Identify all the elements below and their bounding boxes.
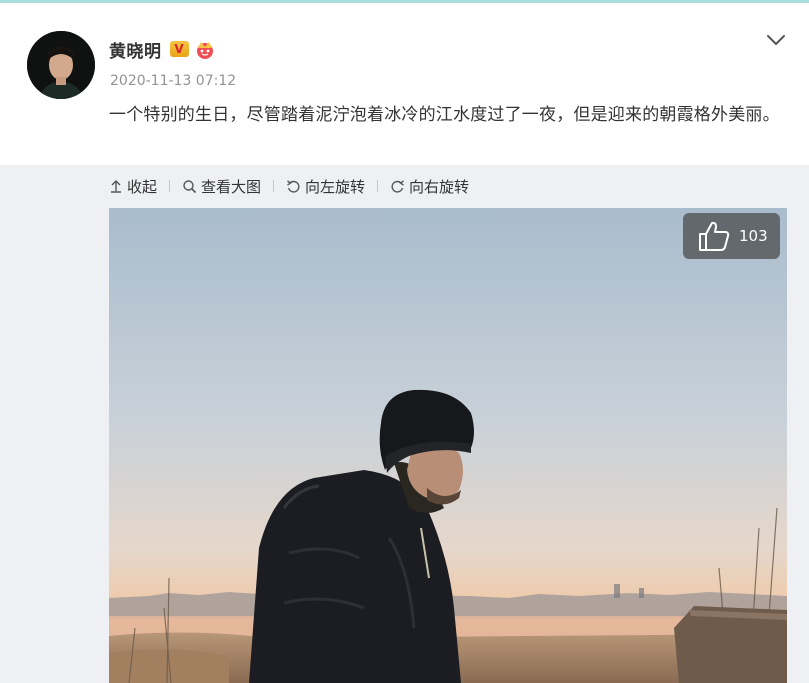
toolbar-divider bbox=[273, 180, 275, 192]
image-toolbar: 收起 查看大图 向左旋转 向右旋转 bbox=[109, 175, 469, 197]
username[interactable]: 黄晓明 bbox=[109, 37, 162, 62]
avatar[interactable] bbox=[27, 31, 95, 99]
collapse-button[interactable]: 收起 bbox=[109, 176, 157, 197]
search-icon bbox=[183, 179, 197, 193]
weibo-post-card: 黄晓明 V 2020-11-13 07:12 一个特别的生日，尽管踏着泥泞泡着冰… bbox=[0, 3, 809, 165]
rotate-right-label: 向右旋转 bbox=[409, 177, 470, 196]
up-arrow-icon bbox=[111, 180, 121, 193]
like-count: 103 bbox=[739, 227, 768, 245]
rotate-right-button[interactable]: 向右旋转 bbox=[390, 176, 469, 197]
toolbar-divider bbox=[169, 180, 171, 192]
collapse-label: 收起 bbox=[127, 177, 158, 196]
toolbar-divider bbox=[377, 180, 379, 192]
post-photo[interactable] bbox=[109, 208, 787, 683]
like-button[interactable]: 103 bbox=[683, 213, 780, 259]
verified-badge-icon: V bbox=[169, 41, 189, 57]
post-content: 一个特别的生日，尽管踏着泥泞泡着冰冷的江水度过了一夜，但是迎来的朝霞格外美丽。 bbox=[109, 105, 780, 125]
chevron-down-icon[interactable] bbox=[765, 32, 787, 48]
view-large-label: 查看大图 bbox=[201, 177, 262, 196]
rotate-left-label: 向左旋转 bbox=[305, 177, 366, 196]
crown-icon bbox=[196, 42, 213, 59]
author-row: 黄晓明 V bbox=[109, 37, 216, 62]
rotate-left-icon bbox=[287, 179, 300, 193]
post-timestamp[interactable]: 2020-11-13 07:12 bbox=[110, 73, 236, 89]
view-large-button[interactable]: 查看大图 bbox=[182, 176, 261, 197]
rotate-left-button[interactable]: 向左旋转 bbox=[286, 176, 365, 197]
rotate-right-icon bbox=[391, 179, 405, 193]
thumbs-up-icon bbox=[699, 221, 730, 251]
